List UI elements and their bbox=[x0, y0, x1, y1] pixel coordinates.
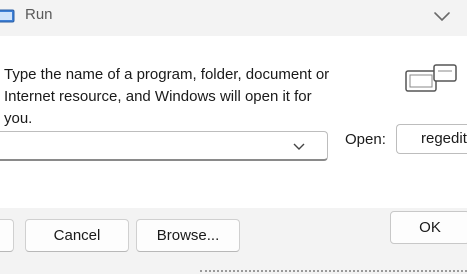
open-combobox[interactable] bbox=[0, 131, 328, 161]
browse-button[interactable]: Browse... bbox=[136, 219, 240, 252]
divider bbox=[200, 270, 467, 272]
open-label: Open: bbox=[345, 131, 386, 148]
open-input[interactable]: regedit bbox=[396, 124, 467, 154]
close-button[interactable] bbox=[422, 2, 462, 34]
run-app-icon bbox=[0, 7, 18, 25]
ok-button[interactable]: OK bbox=[390, 211, 467, 244]
instructions-line-1: Type the name of a program, folder, docu… bbox=[4, 66, 330, 83]
window-title: Run bbox=[25, 6, 53, 23]
instructions-text: Type the name of a program, folder, docu… bbox=[4, 64, 344, 130]
instructions-line-2: Internet resource, and Windows will open… bbox=[4, 88, 312, 127]
title-bar: Run bbox=[0, 0, 467, 36]
ok-button-partial[interactable] bbox=[0, 219, 14, 252]
close-icon bbox=[434, 12, 450, 22]
chevron-down-icon[interactable] bbox=[293, 143, 305, 151]
run-large-icon bbox=[404, 63, 458, 93]
cancel-button[interactable]: Cancel bbox=[25, 219, 129, 252]
